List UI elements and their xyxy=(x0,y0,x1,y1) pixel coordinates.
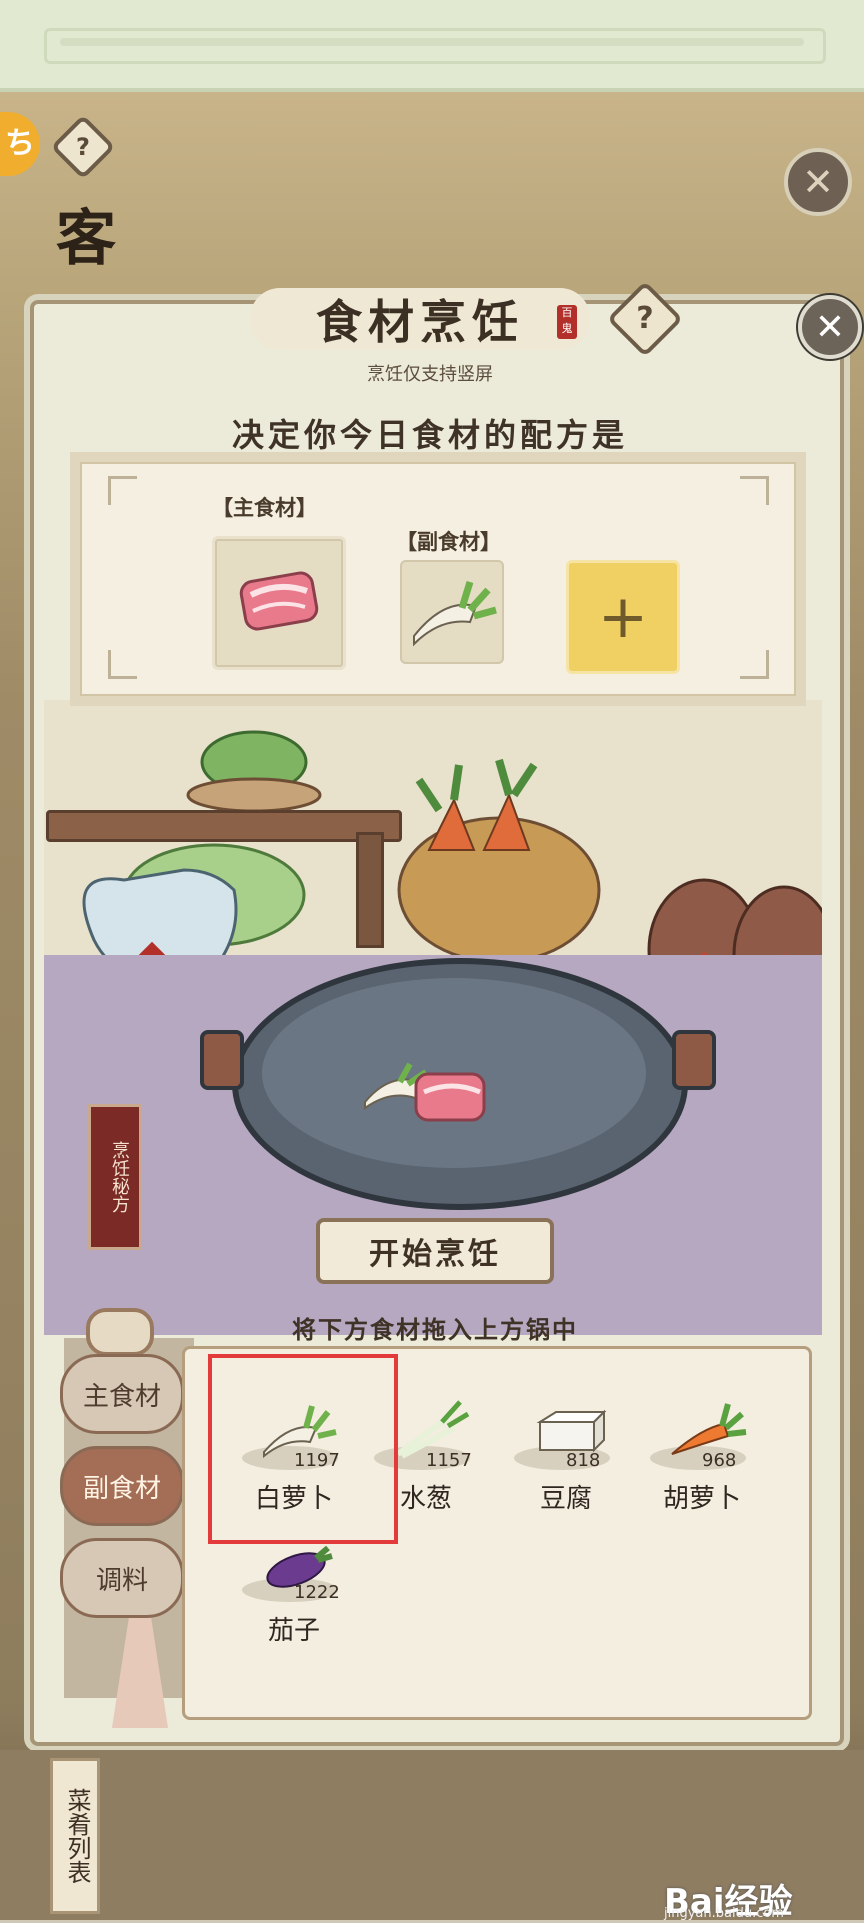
add-ingredient-slot[interactable]: + xyxy=(566,560,680,674)
question-icon: ? xyxy=(636,301,654,336)
room-name-char: 客 xyxy=(56,204,116,274)
wok-handle-right xyxy=(672,1030,716,1090)
drag-hint-text: 将下方食材拖入上方锅中 xyxy=(292,1315,578,1344)
close-button[interactable]: ✕ xyxy=(798,295,862,359)
panel-title: 食材烹饪 xyxy=(316,295,524,349)
item-name: 豆腐 xyxy=(539,1483,592,1513)
title-plate: 食材烹饪 xyxy=(250,288,590,350)
item-name: 胡萝卜 xyxy=(662,1483,741,1513)
tab-seasoning[interactable]: 调料 xyxy=(60,1538,184,1618)
wok-handle-left xyxy=(200,1030,244,1090)
tab-main-ingredient[interactable]: 主食材 xyxy=(60,1354,184,1434)
secret-recipe-button[interactable]: 烹饪秘方 xyxy=(88,1104,142,1250)
main-ingredient-label: 【主食材】 xyxy=(212,495,317,520)
start-cooking-button[interactable]: 开始烹饪 xyxy=(316,1218,554,1284)
background-help-button[interactable]: ? xyxy=(50,114,116,180)
ingredient-item-tofu[interactable]: 818 豆腐 xyxy=(496,1394,636,1513)
wok-ingredients xyxy=(364,1062,486,1122)
background-close-button[interactable]: ✕ xyxy=(784,148,852,216)
ingredient-item-carrot[interactable]: 968 胡萝卜 xyxy=(632,1394,772,1513)
item-count: 968 xyxy=(702,1450,737,1471)
side-ingredient-slot[interactable] xyxy=(400,560,504,664)
orientation-note: 烹饪仅支持竖屏 xyxy=(367,364,493,385)
top-status-bar xyxy=(0,0,864,92)
shelf xyxy=(46,810,402,842)
knot-ornament xyxy=(86,1308,154,1356)
tab-side-ingredient[interactable]: 副食材 xyxy=(60,1446,184,1526)
item-count: 1222 xyxy=(294,1582,340,1603)
watermark-url: jingyan.baidu.com xyxy=(664,1906,784,1921)
shelf-leg xyxy=(356,832,384,948)
dish-list-button[interactable]: 菜肴列表 xyxy=(50,1758,100,1914)
main-ingredient-slot[interactable] xyxy=(212,536,346,670)
scroll-corner xyxy=(740,650,769,679)
side-ingredient-label: 【副食材】 xyxy=(396,529,501,554)
highlight-box xyxy=(208,1354,398,1544)
item-name: 茄子 xyxy=(267,1615,320,1645)
plus-icon: + xyxy=(597,582,649,652)
recipe-prompt: 决定你今日食材的配方是 xyxy=(231,416,628,454)
item-count: 1157 xyxy=(426,1450,472,1471)
scroll-corner xyxy=(740,476,769,505)
pork-icon xyxy=(239,571,319,631)
scroll-corner xyxy=(108,650,137,679)
seal-stamp: 百鬼 xyxy=(557,305,577,339)
help-button[interactable]: ? xyxy=(606,280,684,358)
white-radish-icon xyxy=(413,580,497,647)
scroll-corner xyxy=(108,476,137,505)
item-count: 818 xyxy=(566,1450,601,1471)
